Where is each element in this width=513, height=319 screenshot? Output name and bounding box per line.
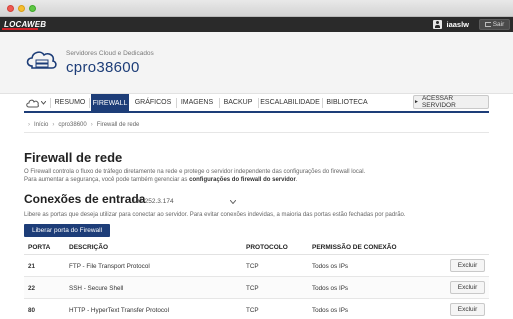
server-switcher[interactable] [26, 97, 48, 109]
delete-rule-button[interactable]: Excluir [450, 303, 485, 316]
description-line-1: O Firewall controla o fluxo de tráfego d… [24, 169, 366, 175]
tab-graficos[interactable]: GRÁFICOS [133, 94, 173, 111]
port-cell: 80 [28, 307, 36, 314]
table-row: 80 HTTP - HyperText Transfer Protocol TC… [24, 299, 489, 319]
ports-note: Libere as portas que deseja utilizar par… [24, 212, 406, 218]
arrow-right-icon: ► [414, 99, 419, 105]
delete-rule-button[interactable]: Excluir [450, 259, 485, 272]
permission-cell: Todos os IPs [312, 263, 349, 270]
permission-cell: Todos os IPs [312, 307, 349, 314]
logout-icon [484, 22, 491, 27]
protocol-cell: TCP [246, 307, 259, 314]
tab-escalabilidade[interactable]: ESCALABILIDADE [260, 94, 320, 111]
nav-separator [322, 98, 323, 108]
breadcrumb: › Início › cpro38600 › Firewall de rede [24, 117, 489, 133]
server-name: cpro38600 [66, 59, 140, 76]
tab-imagens[interactable]: IMAGENS [178, 94, 216, 111]
description-line-2-suffix: . [295, 177, 298, 183]
breadcrumb-arrow-icon: › [90, 121, 93, 128]
add-firewall-port-button[interactable]: Liberar porta do Firewall [24, 224, 110, 237]
tab-backup[interactable]: BACKUP [221, 94, 255, 111]
header-subtitle: Servidores Cloud e Dedicados [66, 50, 154, 57]
access-server-label: ACESSAR SERVIDOR [421, 95, 456, 109]
page-title: Firewall de rede [24, 150, 123, 165]
nav-separator [258, 98, 259, 108]
column-header-port: PORTA [28, 244, 51, 251]
server-nav: RESUMO FIREWALL GRÁFICOS IMAGENS BACKUP … [24, 94, 489, 113]
description-line-2: Para aumentar a segurança, você pode tam… [24, 176, 484, 184]
ip-select[interactable]: 191.252.3.174 [130, 196, 238, 207]
table-header: PORTA DESCRIÇÃO PROTOCOLO PERMISSÃO DE C… [24, 240, 489, 255]
tab-biblioteca[interactable]: BIBLIOTECA [324, 94, 370, 111]
user-name: iaaslw [446, 20, 469, 29]
description-cell: HTTP - HyperText Transfer Protocol [69, 307, 169, 314]
top-bar: LOCAWEB iaaslw Sair [0, 17, 513, 32]
close-window-button[interactable] [7, 5, 14, 12]
description-cell: FTP - File Transport Protocol [69, 263, 150, 270]
ip-select-value: 191.252.3.174 [132, 198, 174, 205]
delete-rule-button[interactable]: Excluir [450, 281, 485, 294]
nav-separator [219, 98, 220, 108]
server-header: Servidores Cloud e Dedicados cpro38600 [0, 32, 513, 94]
protocol-cell: TCP [246, 263, 259, 270]
tab-resumo[interactable]: RESUMO [52, 94, 88, 111]
page-description: O Firewall controla o fluxo de tráfego d… [24, 168, 484, 184]
section-title: Conexões de entrada [24, 192, 146, 206]
permission-cell: Todos os IPs [312, 285, 349, 292]
breadcrumb-server[interactable]: cpro38600 [58, 122, 86, 128]
cloud-icon [26, 99, 39, 107]
cloud-server-icon [26, 51, 57, 69]
tab-firewall[interactable]: FIREWALL [91, 94, 129, 113]
logout-button[interactable]: Sair [479, 19, 510, 30]
chevron-down-icon [41, 101, 46, 105]
port-cell: 21 [28, 263, 36, 270]
nav-separator [176, 98, 177, 108]
column-header-protocol: PROTOCOLO [246, 244, 288, 251]
table-row: 21 FTP - File Transport Protocol TCP Tod… [24, 255, 489, 277]
column-header-description: DESCRIÇÃO [69, 244, 109, 251]
protocol-cell: TCP [246, 285, 259, 292]
brand-logo-text: LOCAWEB [4, 20, 47, 29]
column-header-permission: PERMISSÃO DE CONEXÃO [312, 244, 397, 251]
port-cell: 22 [28, 285, 36, 292]
description-cell: SSH - Secure Shell [69, 285, 124, 292]
server-firewall-settings-link[interactable]: configurações do firewall do servidor [189, 177, 296, 183]
firewall-rules-table: PORTA DESCRIÇÃO PROTOCOLO PERMISSÃO DE C… [24, 240, 489, 319]
breadcrumb-current: Firewall de rede [96, 121, 140, 128]
maximize-window-button[interactable] [29, 5, 36, 12]
description-line-2-prefix: Para aumentar a segurança, você pode tam… [24, 177, 188, 183]
nav-separator [89, 98, 90, 108]
table-row: 22 SSH - Secure Shell TCP Todos os IPs E… [24, 277, 489, 299]
browser-titlebar [0, 0, 513, 17]
logout-label: Sair [492, 21, 505, 28]
access-server-button[interactable]: ► ACESSAR SERVIDOR [413, 95, 489, 109]
user-icon [433, 20, 443, 29]
user-menu[interactable]: iaaslw [433, 19, 469, 30]
chevron-down-icon [230, 199, 236, 204]
breadcrumb-home[interactable]: Início [34, 122, 48, 128]
nav-separator [50, 98, 51, 108]
minimize-window-button[interactable] [18, 5, 25, 12]
breadcrumb-arrow-icon: › [52, 121, 55, 128]
breadcrumb-arrow-icon: › [28, 121, 30, 128]
